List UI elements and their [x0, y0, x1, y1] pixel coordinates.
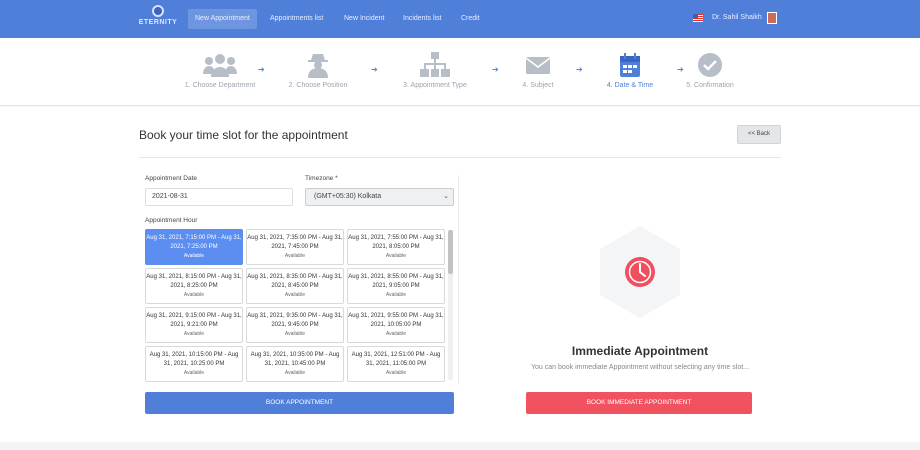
page-title: Book your time slot for the appointment: [139, 128, 348, 142]
time-slot-range: Aug 31, 2021, 7:15:00 PM - Aug 31, 2021,…: [146, 235, 242, 250]
timezone-select[interactable]: (GMT+05:30) Kolkata ⌄: [305, 188, 454, 206]
slot-scrollbar[interactable]: [448, 230, 453, 380]
time-slot-status: Available: [183, 292, 205, 298]
time-slot-status: Available: [385, 331, 407, 337]
hour-label: Appointment Hour: [145, 217, 198, 224]
nav-incidents-list[interactable]: Incidents list: [396, 9, 449, 29]
time-slot-range: Aug 31, 2021, 8:35:00 PM - Aug 31, 2021,…: [247, 274, 343, 289]
time-slot[interactable]: Aug 31, 2021, 7:35:00 PM - Aug 31, 2021,…: [246, 229, 344, 265]
step-confirmation: 5. Confirmation: [655, 52, 765, 89]
panel-divider: [458, 175, 459, 385]
nav-appointments-list[interactable]: Appointments list: [263, 9, 330, 29]
time-slot-range: Aug 31, 2021, 10:15:00 PM - Aug 31, 2021…: [149, 352, 239, 367]
time-slot-status: Available: [183, 331, 205, 337]
date-label: Appointment Date: [145, 175, 198, 182]
book-appointment-button[interactable]: BOOK APPOINTMENT: [145, 392, 454, 414]
step-choose-position: 2. Choose Position: [263, 52, 373, 89]
avatar[interactable]: [767, 12, 777, 24]
back-button[interactable]: << Back: [737, 125, 781, 144]
time-slot-status: Available: [284, 331, 306, 337]
users-icon: [203, 54, 237, 77]
time-slot-list[interactable]: Aug 31, 2021, 7:15:00 PM - Aug 31, 2021,…: [145, 229, 455, 382]
time-slot-status: Available: [284, 253, 306, 259]
nav-credit[interactable]: Credit: [454, 9, 487, 29]
time-slot[interactable]: Aug 31, 2021, 7:15:00 PM - Aug 31, 2021,…: [145, 229, 243, 265]
timezone-label: Timezone *: [305, 175, 338, 182]
nav-new-appointment[interactable]: New Appointment: [188, 9, 257, 29]
step-label: 3. Appointment Type: [403, 82, 467, 89]
time-slot-status: Available: [284, 292, 306, 298]
brand-logo[interactable]: ETERNITY: [138, 5, 178, 33]
time-slot[interactable]: Aug 31, 2021, 9:15:00 PM - Aug 31, 2021,…: [145, 307, 243, 343]
time-slot[interactable]: Aug 31, 2021, 8:15:00 PM - Aug 31, 2021,…: [145, 268, 243, 304]
time-slot-status: Available: [385, 292, 407, 298]
logo-icon: [152, 5, 164, 17]
progress-stepper: 1. Choose Department ➔ 2. Choose Positio…: [0, 38, 920, 106]
envelope-icon: [525, 57, 551, 74]
time-slot[interactable]: Aug 31, 2021, 8:55:00 PM - Aug 31, 2021,…: [347, 268, 445, 304]
time-slot-range: Aug 31, 2021, 8:55:00 PM - Aug 31, 2021,…: [348, 274, 444, 289]
time-slot-range: Aug 31, 2021, 7:35:00 PM - Aug 31, 2021,…: [247, 235, 343, 250]
time-slot-status: Available: [385, 253, 407, 259]
time-slot[interactable]: Aug 31, 2021, 9:35:00 PM - Aug 31, 2021,…: [246, 307, 344, 343]
brand-name: ETERNITY: [138, 19, 178, 26]
nav-new-incident[interactable]: New Incident: [337, 9, 391, 29]
time-slot-range: Aug 31, 2021, 8:15:00 PM - Aug 31, 2021,…: [146, 274, 242, 289]
step-label: 1. Choose Department: [184, 82, 256, 89]
booking-card: Book your time slot for the appointment …: [0, 107, 920, 442]
sitemap-icon: [420, 52, 450, 77]
step-label: 5. Confirmation: [686, 82, 734, 89]
clock-icon: [600, 226, 680, 318]
time-slot[interactable]: Aug 31, 2021, 9:55:00 PM - Aug 31, 2021,…: [347, 307, 445, 343]
time-slot-status: Available: [284, 370, 306, 376]
calendar-icon: [620, 53, 640, 77]
immediate-subtitle: You can book immediate Appointment witho…: [530, 364, 750, 371]
time-slot[interactable]: Aug 31, 2021, 7:55:00 PM - Aug 31, 2021,…: [347, 229, 445, 265]
chevron-down-icon: ⌄: [443, 193, 449, 200]
divider: [139, 157, 781, 158]
time-slot-status: Available: [385, 370, 407, 376]
time-slot-range: Aug 31, 2021, 9:35:00 PM - Aug 31, 2021,…: [247, 313, 343, 328]
appointment-date-input[interactable]: 2021-08-31: [145, 188, 293, 206]
step-label: 2. Choose Position: [288, 82, 348, 89]
step-appointment-type: 3. Appointment Type: [380, 52, 490, 89]
time-slot-range: Aug 31, 2021, 9:55:00 PM - Aug 31, 2021,…: [348, 313, 444, 328]
time-slot-status: Available: [183, 370, 205, 376]
time-slot-range: Aug 31, 2021, 12:51:00 PM - Aug 31, 2021…: [351, 352, 441, 367]
language-flag-icon[interactable]: [693, 14, 703, 22]
user-name[interactable]: Dr. Sahil Shaikh: [712, 12, 762, 24]
arrow-right-icon: ➔: [371, 65, 378, 74]
time-slot[interactable]: Aug 31, 2021, 8:35:00 PM - Aug 31, 2021,…: [246, 268, 344, 304]
top-navbar: ETERNITY New Appointment Appointments li…: [0, 0, 920, 38]
time-slot-range: Aug 31, 2021, 10:35:00 PM - Aug 31, 2021…: [250, 352, 340, 367]
immediate-title: Immediate Appointment: [571, 344, 709, 358]
scrollbar-thumb[interactable]: [448, 230, 453, 274]
check-circle-icon: [698, 53, 722, 77]
book-immediate-button[interactable]: BOOK IMMEDIATE APPOINTMENT: [526, 392, 752, 414]
time-slot-range: Aug 31, 2021, 9:15:00 PM - Aug 31, 2021,…: [146, 313, 242, 328]
time-slot-range: Aug 31, 2021, 7:55:00 PM - Aug 31, 2021,…: [348, 235, 444, 250]
timezone-value: (GMT+05:30) Kolkata: [314, 193, 382, 200]
time-slot[interactable]: Aug 31, 2021, 10:35:00 PM - Aug 31, 2021…: [246, 346, 344, 382]
user-secret-icon: [308, 54, 328, 78]
time-slot-status: Available: [183, 253, 205, 259]
time-slot[interactable]: Aug 31, 2021, 10:15:00 PM - Aug 31, 2021…: [145, 346, 243, 382]
time-slot[interactable]: Aug 31, 2021, 12:51:00 PM - Aug 31, 2021…: [347, 346, 445, 382]
